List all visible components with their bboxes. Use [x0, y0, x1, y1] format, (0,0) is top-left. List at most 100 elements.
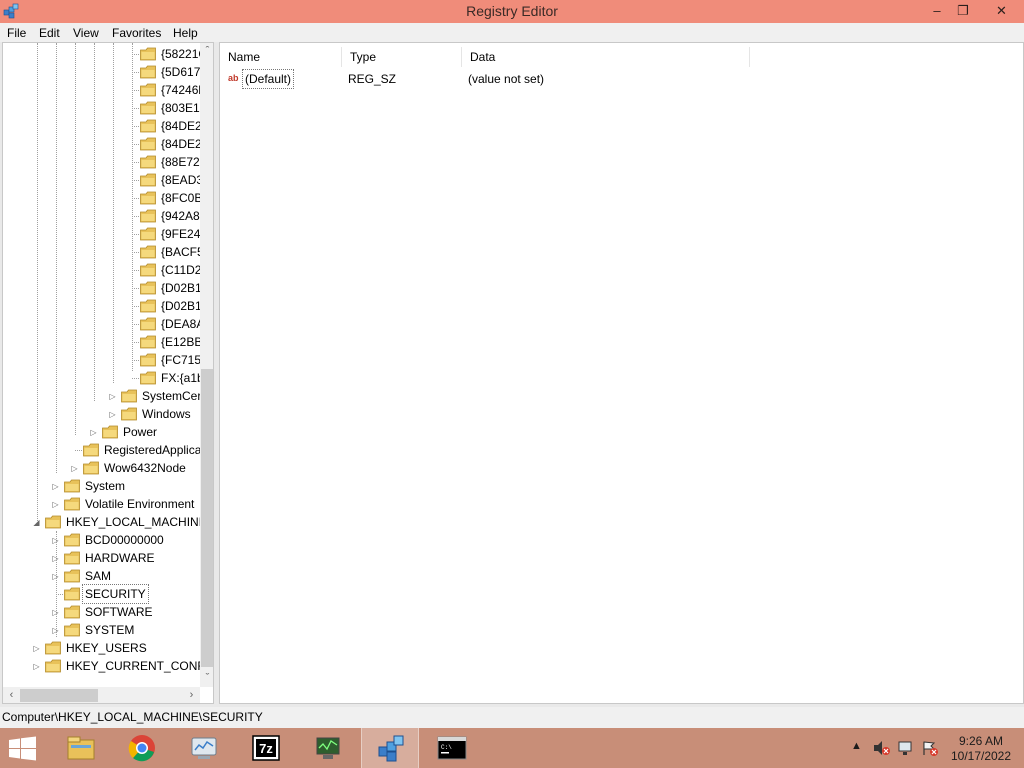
tree-item-label: Power	[123, 425, 158, 439]
scroll-up-icon[interactable]: ˆ	[200, 43, 213, 60]
windows-start-icon[interactable]	[8, 736, 38, 761]
collapsed-arrow-icon[interactable]: ▷	[51, 536, 60, 545]
window-title: Registry Editor	[466, 3, 558, 19]
tree-connector-line	[132, 162, 139, 163]
folder-icon	[140, 335, 156, 349]
folder-icon	[140, 47, 156, 61]
tree-item-label: {74246b	[161, 83, 206, 97]
menu-view[interactable]: View	[73, 26, 99, 40]
folder-icon	[140, 119, 156, 133]
expanded-arrow-icon[interactable]: ◢	[32, 518, 41, 527]
tree-connector-line	[132, 126, 139, 127]
folder-icon	[140, 155, 156, 169]
folder-icon	[102, 425, 118, 439]
status-bar: Computer\HKEY_LOCAL_MACHINE\SECURITY	[0, 707, 1024, 728]
show-hidden-icons-icon[interactable]: ▲	[851, 740, 862, 768]
taskbar-chrome[interactable]	[113, 728, 171, 768]
tree-item-label: Wow6432Node	[104, 461, 186, 475]
column-header-name[interactable]: Name	[220, 47, 342, 67]
collapsed-arrow-icon[interactable]: ▷	[108, 392, 117, 401]
tree-connector-line	[75, 450, 82, 451]
tree-item-label: {8EAD3	[161, 173, 204, 187]
folder-icon	[140, 209, 156, 223]
tree-item-label: System	[85, 479, 126, 493]
string-value-icon: ab	[228, 73, 239, 83]
value-data: (value not set)	[468, 72, 545, 86]
taskbar-resource-monitor[interactable]	[175, 728, 233, 768]
column-header-data[interactable]: Data	[462, 47, 750, 67]
collapsed-arrow-icon[interactable]: ▷	[51, 608, 60, 617]
tree-connector-line	[132, 342, 139, 343]
tree-vertical-scroll-thumb[interactable]	[201, 369, 213, 667]
tree-connector-line	[132, 54, 139, 55]
registry-key-tree[interactable]: {58221C {5D617 {74246b {803E14 {84DE20 {84DE2…	[2, 42, 214, 704]
collapsed-arrow-icon[interactable]: ▷	[32, 644, 41, 653]
scroll-down-icon[interactable]: ˇ	[200, 670, 213, 687]
action-center-icon[interactable]	[921, 740, 939, 756]
tree-item-label: HARDWARE	[85, 551, 155, 565]
tree-item-label: {BACF5	[161, 245, 204, 259]
tree-item-label: RegisteredApplica	[104, 443, 202, 457]
tree-item-label: BCD00000000	[85, 533, 164, 547]
minimize-button[interactable]: –	[924, 0, 950, 21]
restore-button[interactable]: ❐	[950, 0, 976, 21]
menu-file[interactable]: File	[7, 26, 26, 40]
tree-item-label: SECURITY	[82, 584, 149, 604]
scroll-left-icon[interactable]: ‹	[3, 687, 20, 703]
network-icon[interactable]	[897, 740, 915, 756]
folder-icon	[64, 623, 80, 637]
menu-edit[interactable]: Edit	[39, 26, 60, 40]
taskbar-command-prompt[interactable]: C:\	[423, 728, 481, 768]
tree-item-label: HKEY_LOCAL_MACHINE	[66, 515, 207, 529]
tree-item-label: {5D617	[161, 65, 201, 79]
tree-guide-line	[132, 43, 133, 371]
tree-item-label: {D02B1	[161, 299, 202, 313]
title-bar: Registry Editor – ❐ ✕	[0, 0, 1024, 23]
collapsed-arrow-icon[interactable]: ▷	[51, 482, 60, 491]
tree-horizontal-scrollbar[interactable]: ‹ ›	[3, 687, 200, 703]
tree-vertical-scrollbar[interactable]: ˆ ˇ	[200, 43, 213, 687]
command-prompt-icon: C:\	[437, 736, 467, 760]
tree-guide-line	[75, 43, 76, 435]
volume-muted-icon[interactable]	[873, 740, 891, 756]
taskbar-7zip[interactable]: 7z	[237, 728, 295, 768]
tree-item-label: {8FC0B	[161, 191, 203, 205]
folder-icon	[64, 605, 80, 619]
clock-time: 9:26 AM	[958, 734, 1004, 748]
collapsed-arrow-icon[interactable]: ▷	[108, 410, 117, 419]
registry-values-list[interactable]: Name Type Data ab (Default) REG_SZ (valu…	[219, 42, 1024, 704]
collapsed-arrow-icon[interactable]: ▷	[51, 626, 60, 635]
system-clock[interactable]: 9:26 AM 10/17/2022	[945, 734, 1017, 764]
close-button[interactable]: ✕	[979, 0, 1024, 21]
tree-connector-line	[132, 198, 139, 199]
status-path: Computer\HKEY_LOCAL_MACHINE\SECURITY	[2, 710, 263, 724]
folder-icon	[140, 245, 156, 259]
tree-guide-line	[56, 531, 57, 637]
collapsed-arrow-icon[interactable]: ▷	[70, 464, 79, 473]
collapsed-arrow-icon[interactable]: ▷	[89, 428, 98, 437]
collapsed-arrow-icon[interactable]: ▷	[51, 500, 60, 509]
tree-item-label: {D02B1	[161, 281, 202, 295]
7zip-icon: 7z	[252, 735, 280, 761]
taskbar-registry-editor[interactable]	[361, 728, 419, 768]
menu-favorites[interactable]: Favorites	[112, 26, 161, 40]
collapsed-arrow-icon[interactable]: ▷	[51, 572, 60, 581]
tree-connector-line	[132, 144, 139, 145]
folder-icon	[140, 137, 156, 151]
value-name[interactable]: (Default)	[241, 69, 295, 89]
tree-connector-line	[132, 324, 139, 325]
scroll-right-icon[interactable]: ›	[183, 687, 200, 703]
tree-item-label: {DEA8A	[161, 317, 205, 331]
tree-horizontal-scroll-thumb[interactable]	[20, 689, 98, 702]
taskbar-file-explorer[interactable]	[52, 728, 110, 768]
clock-date: 10/17/2022	[950, 749, 1012, 763]
tree-connector-line	[132, 90, 139, 91]
taskbar-system-monitor[interactable]	[299, 728, 357, 768]
folder-icon	[140, 191, 156, 205]
column-header-type[interactable]: Type	[342, 47, 462, 67]
collapsed-arrow-icon[interactable]: ▷	[32, 662, 41, 671]
table-row[interactable]: ab (Default) REG_SZ (value not set)	[220, 69, 1023, 89]
folder-icon	[140, 101, 156, 115]
collapsed-arrow-icon[interactable]: ▷	[51, 554, 60, 563]
menu-help[interactable]: Help	[173, 26, 198, 40]
